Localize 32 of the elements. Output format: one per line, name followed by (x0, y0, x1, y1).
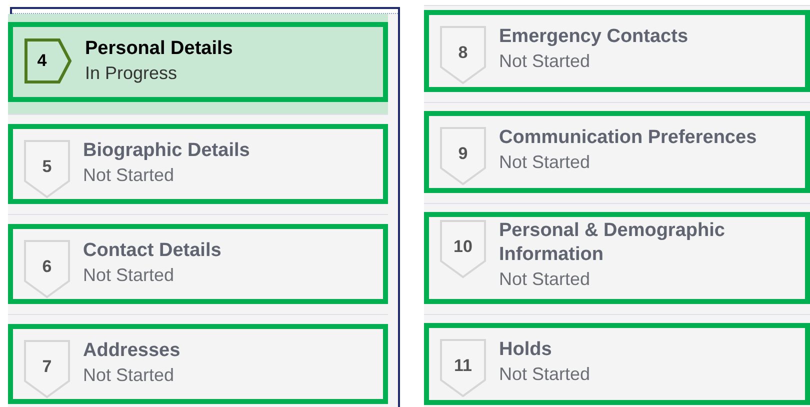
step-item[interactable]: 9 Communication Preferences Not Started (424, 111, 810, 193)
step-status: Not Started (83, 364, 176, 387)
step-number: 10 (452, 236, 474, 258)
step-status: Not Started (499, 151, 592, 174)
current-step-item[interactable]: 4 Personal Details In Progress (8, 22, 388, 102)
step-item[interactable]: 8 Emergency Contacts Not Started (424, 10, 810, 92)
step-number: 4 (36, 50, 48, 72)
step-item[interactable]: 11 Holds Not Started (424, 323, 810, 405)
step-item[interactable]: 6 Contact Details Not Started (8, 224, 388, 304)
step-status: Not Started (499, 50, 592, 73)
step-title: Biographic Details (83, 139, 250, 163)
step-number: 5 (41, 156, 53, 178)
step-title: Personal & Demographic Information (499, 219, 726, 267)
step-item[interactable]: 10 Personal & Demographic Information Not Started (424, 212, 810, 304)
step-number: 9 (457, 143, 469, 165)
step-title: Addresses (83, 339, 180, 363)
step-number: 7 (41, 356, 53, 378)
step-title: Personal Details (85, 37, 233, 61)
step-number: 11 (453, 355, 473, 377)
step-title: Emergency Contacts (499, 25, 688, 49)
step-title: Contact Details (83, 239, 222, 263)
step-number: 8 (457, 42, 469, 64)
step-status: Not Started (499, 363, 590, 386)
step-item[interactable]: 5 Biographic Details Not Started (8, 124, 388, 204)
step-title: Communication Preferences (499, 126, 757, 150)
step-number: 6 (41, 256, 53, 278)
step-status: In Progress (85, 62, 178, 85)
step-item[interactable]: 7 Addresses Not Started (8, 324, 388, 404)
step-status: Not Started (83, 264, 176, 287)
step-title: Holds (499, 338, 553, 362)
step-status: Not Started (83, 164, 176, 187)
step-status: Not Started (499, 268, 592, 291)
